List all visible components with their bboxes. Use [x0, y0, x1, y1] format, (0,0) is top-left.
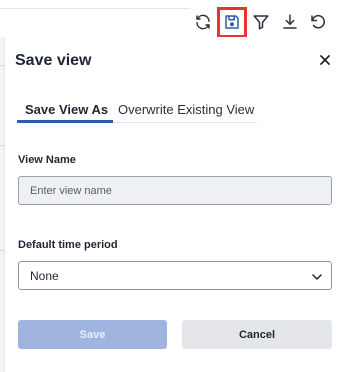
panel-title: Save view — [15, 52, 92, 69]
time-period-value: None — [30, 269, 59, 283]
tab-save-view-as[interactable]: Save View As — [25, 102, 108, 117]
filter-icon[interactable] — [250, 11, 272, 33]
save-view-panel: Save view Save View As Overwrite Existin… — [4, 37, 343, 372]
refresh-icon[interactable] — [192, 11, 214, 33]
view-name-input[interactable] — [18, 176, 332, 205]
time-period-label: Default time period — [18, 239, 118, 251]
close-icon[interactable] — [318, 53, 332, 67]
cancel-button[interactable]: Cancel — [182, 320, 332, 349]
active-tab-indicator — [17, 120, 113, 123]
view-name-label: View Name — [18, 154, 76, 166]
time-period-select[interactable]: None — [18, 261, 332, 290]
chevron-down-icon — [311, 270, 323, 282]
undo-icon[interactable] — [307, 11, 329, 33]
save-highlight-box — [217, 7, 247, 38]
toolbar-divider — [0, 8, 190, 9]
tab-overwrite-existing-view[interactable]: Overwrite Existing View — [118, 102, 254, 117]
download-icon[interactable] — [279, 11, 301, 33]
toolbar — [0, 0, 343, 38]
tab-bar: Save View As Overwrite Existing View — [17, 99, 257, 123]
save-button[interactable]: Save — [18, 320, 167, 349]
